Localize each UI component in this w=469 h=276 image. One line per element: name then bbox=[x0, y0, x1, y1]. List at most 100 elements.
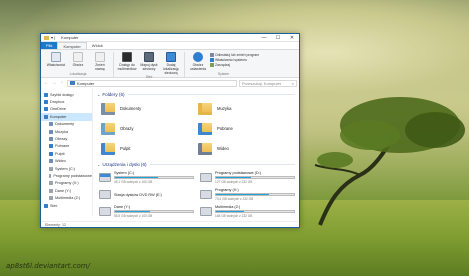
close-button[interactable]: ✕ bbox=[285, 34, 299, 42]
drive-item[interactable]: Multimedia (Z:) 148 GB wolnych z 232 GB bbox=[200, 205, 295, 218]
media-icon bbox=[122, 52, 132, 62]
folder-label: Pulpit bbox=[120, 146, 131, 151]
up-button[interactable]: ↑ bbox=[59, 80, 65, 86]
ribbon-group-system: Otwórz ustawienia Odinstaluj lub zmień p… bbox=[185, 52, 262, 77]
nav-item-label: Dane (Y:) bbox=[55, 188, 72, 193]
section-divider bbox=[149, 164, 295, 165]
drives-section-title: Urządzenia i dyski (6) bbox=[102, 162, 147, 167]
folders-section-header[interactable]: ⌄ Foldery (6) bbox=[97, 91, 295, 98]
nav-item[interactable]: Programy (X:) bbox=[41, 180, 92, 187]
folder-item[interactable]: Pulpit bbox=[101, 141, 198, 156]
nav-item[interactable]: Programy podstawowe bbox=[41, 172, 92, 179]
nav-item-icon bbox=[49, 181, 53, 186]
forward-button[interactable]: → bbox=[51, 80, 57, 86]
drive-usage-bar bbox=[114, 176, 194, 179]
nav-item[interactable]: Sieć bbox=[41, 202, 92, 209]
nav-item[interactable]: Obrazy bbox=[41, 135, 92, 142]
minimize-button[interactable]: — bbox=[257, 34, 271, 42]
nav-item[interactable]: OneDrive bbox=[41, 106, 92, 113]
address-path: Komputer bbox=[77, 80, 95, 86]
properties-button[interactable]: Właściwości bbox=[46, 52, 66, 67]
drive-item[interactable]: System (C:) 45,1 GB wolnych z 100 GB bbox=[99, 171, 194, 184]
drive-item[interactable]: Dane (Y:) 55,5 GB wolnych z 100 GB bbox=[99, 205, 194, 218]
map-drive-button[interactable]: Mapuj dysk sieciowy bbox=[139, 52, 159, 71]
nav-item[interactable]: Szybki dostęp bbox=[41, 91, 92, 98]
nav-item[interactable]: Komputer bbox=[41, 113, 92, 121]
system-properties-link[interactable]: Właściwości systemu bbox=[210, 58, 259, 62]
window-title: Komputer bbox=[61, 35, 79, 40]
drives-section-header[interactable]: ⌄ Urządzenia i dyski (6) bbox=[97, 161, 295, 168]
uninstall-program-link[interactable]: Odinstaluj lub zmień program bbox=[210, 53, 259, 57]
add-network-location-button[interactable]: Dodaj lokalizację sieciową bbox=[161, 52, 181, 75]
folders-section-title: Foldery (6) bbox=[102, 92, 125, 97]
maximize-button[interactable]: ☐ bbox=[271, 34, 285, 42]
title-bar: ▾ | Komputer — ☐ ✕ bbox=[41, 34, 299, 42]
hard-drive-icon bbox=[200, 173, 212, 182]
nav-item[interactable]: Dokumenty bbox=[41, 121, 92, 128]
manage-label: Zarządzaj bbox=[215, 63, 230, 67]
drive-name: Multimedia (Z:) bbox=[215, 205, 241, 209]
drive-item[interactable]: Programy (X:) 73,4 GB wolnych z 232 GB bbox=[200, 188, 295, 201]
tab-computer[interactable]: Komputer bbox=[57, 42, 87, 49]
nav-item[interactable]: Pulpit bbox=[41, 150, 92, 157]
status-item-count: Elementy: 12 bbox=[45, 222, 66, 227]
address-bar-row: ← → ↑ Komputer Przeszukaj: Komputer ⌕ bbox=[41, 78, 299, 88]
drive-name: Programy podstawowe (D:) bbox=[215, 171, 262, 175]
watermark-text: ap8st6l.deviantart.com/ bbox=[6, 262, 90, 270]
drive-item[interactable]: Programy podstawowe (D:) 127 GB wolnych z… bbox=[200, 171, 295, 184]
drive-usage-fill bbox=[216, 177, 252, 178]
drives-grid: System (C:) 45,1 GB wolnych z 100 GB Progr… bbox=[97, 168, 295, 218]
content-area: Szybki dostęp Dropbox OneDrive Komputer Doku… bbox=[41, 88, 299, 218]
nav-item-label: Programy podstawowe bbox=[53, 173, 92, 178]
nav-item[interactable]: Dane (Y:) bbox=[41, 187, 92, 194]
folder-label: Dokumenty bbox=[120, 106, 142, 111]
media-access-button[interactable]: Dostęp do multimediów bbox=[117, 52, 137, 71]
quick-access-toolbar[interactable]: ▾ | bbox=[51, 35, 55, 40]
folder-item[interactable]: Muzyka bbox=[198, 101, 295, 116]
address-bar[interactable]: Komputer bbox=[67, 79, 237, 87]
drive-info: Programy podstawowe (D:) 127 GB wolnych z… bbox=[215, 171, 295, 184]
folder-icon bbox=[101, 122, 115, 135]
nav-item[interactable]: Wideo bbox=[41, 158, 92, 165]
ribbon-tabs: Plik Komputer Widok bbox=[41, 42, 299, 49]
drive-name: System (C:) bbox=[114, 171, 135, 175]
drive-item[interactable]: Stacja dysków DVD RW (E:) bbox=[99, 188, 194, 201]
folder-item[interactable]: Obrazy bbox=[101, 121, 198, 136]
nav-item[interactable]: Muzyka bbox=[41, 128, 92, 135]
add-network-location-label: Dodaj lokalizację sieciową bbox=[163, 63, 179, 75]
drive-free-space: 45,1 GB wolnych z 100 GB bbox=[114, 180, 153, 184]
nav-item[interactable]: Dropbox bbox=[41, 98, 92, 105]
folder-icon bbox=[198, 142, 212, 155]
nav-item-icon bbox=[49, 166, 53, 171]
open-settings-button[interactable]: Otwórz ustawienia bbox=[188, 52, 208, 71]
nav-item-label: Komputer bbox=[50, 114, 67, 119]
search-input[interactable]: Przeszukaj: Komputer ⌕ bbox=[239, 79, 297, 87]
folder-label: Muzyka bbox=[217, 106, 232, 111]
tab-view[interactable]: Widok bbox=[87, 42, 108, 49]
nav-item[interactable]: System (C:) bbox=[41, 165, 92, 172]
drive-info: System (C:) 45,1 GB wolnych z 100 GB bbox=[114, 171, 194, 184]
nav-item-icon bbox=[44, 92, 48, 97]
nav-item-icon bbox=[44, 100, 48, 105]
drive-info: Stacja dysków DVD RW (E:) bbox=[114, 193, 194, 197]
section-divider bbox=[127, 94, 295, 95]
back-button[interactable]: ← bbox=[43, 80, 49, 86]
folder-item[interactable]: Dokumenty bbox=[101, 101, 198, 116]
rename-button[interactable]: Zmień nazwę bbox=[90, 52, 110, 71]
chevron-down-icon: ⌄ bbox=[97, 162, 101, 167]
open-button[interactable]: Otwórz bbox=[68, 52, 88, 67]
tab-file[interactable]: Plik bbox=[41, 42, 58, 49]
folder-label: Pobrane bbox=[217, 126, 233, 131]
folder-item[interactable]: Wideo bbox=[198, 141, 295, 156]
system-links: Odinstaluj lub zmień program Właściwości… bbox=[210, 52, 259, 67]
nav-item[interactable]: Multimedia (Z:) bbox=[41, 194, 92, 201]
nav-item-label: Programy (X:) bbox=[55, 181, 79, 186]
nav-item-icon bbox=[49, 129, 53, 134]
nav-item[interactable]: Pobrane bbox=[41, 143, 92, 150]
drive-usage-bar bbox=[215, 193, 295, 196]
manage-link[interactable]: Zarządzaj bbox=[210, 63, 259, 67]
folder-item[interactable]: Pobrane bbox=[198, 121, 295, 136]
manage-icon bbox=[210, 63, 214, 67]
network-drive-icon bbox=[144, 52, 154, 62]
hard-drive-icon bbox=[99, 207, 111, 216]
